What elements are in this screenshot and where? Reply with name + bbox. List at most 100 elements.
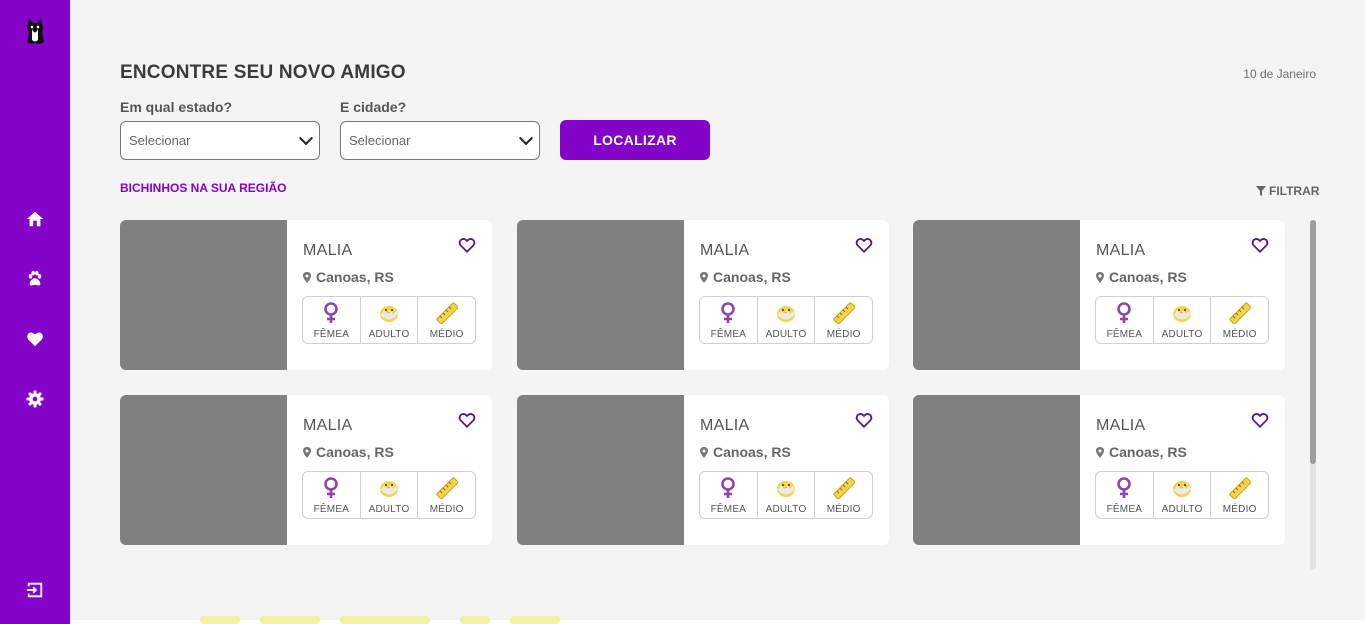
bottom-strip <box>70 616 1365 624</box>
chick-icon <box>775 477 797 499</box>
location-pin-icon <box>700 446 708 458</box>
pet-sex-label: FÊMEA <box>313 504 350 515</box>
home-icon[interactable] <box>24 208 46 230</box>
female-icon <box>320 477 342 499</box>
favorite-heart-icon[interactable] <box>458 236 476 254</box>
pet-name: MALIA <box>303 417 353 434</box>
search-button[interactable]: LOCALIZAR <box>560 120 710 160</box>
filter-button[interactable]: FILTRAR <box>1256 184 1319 198</box>
chick-icon <box>775 302 797 324</box>
pet-attributes: FÊMEA ADULTO MÉDIO <box>302 471 476 519</box>
pet-sex: FÊMEA <box>303 297 360 343</box>
pet-size-label: MÉDIO <box>1222 329 1257 340</box>
decorative-shape <box>260 616 320 624</box>
pet-location: Canoas, RS <box>1096 269 1187 285</box>
pet-age-label: ADULTO <box>1161 329 1203 340</box>
pet-card[interactable]: MALIA Canoas, RS FÊMEA ADULTO MÉDIO <box>517 395 889 545</box>
location-pin-icon <box>700 271 708 283</box>
pet-size: MÉDIO <box>814 297 872 343</box>
female-icon <box>1113 302 1135 324</box>
pet-name: MALIA <box>1096 417 1146 434</box>
pet-sex-label: FÊMEA <box>313 329 350 340</box>
pet-age-label: ADULTO <box>765 504 807 515</box>
pet-location: Canoas, RS <box>700 269 791 285</box>
pet-attributes: FÊMEA ADULTO MÉDIO <box>302 296 476 344</box>
favorite-heart-icon[interactable] <box>855 236 873 254</box>
ruler-icon <box>1228 477 1251 499</box>
pet-age: ADULTO <box>1152 297 1211 343</box>
scrollbar[interactable] <box>1310 220 1316 570</box>
female-icon <box>1113 477 1135 499</box>
current-date: 10 de Janeiro <box>1243 67 1316 81</box>
female-icon <box>717 302 739 324</box>
pet-sex-label: FÊMEA <box>1106 504 1143 515</box>
ruler-icon <box>832 302 855 324</box>
pet-card[interactable]: MALIA Canoas, RS FÊMEA ADULTO MÉDIO <box>517 220 889 370</box>
pet-size: MÉDIO <box>417 297 475 343</box>
favorite-heart-icon[interactable] <box>1251 236 1269 254</box>
pet-location-text: Canoas, RS <box>316 269 394 285</box>
logout-icon[interactable] <box>24 579 46 601</box>
city-label: E cidade? <box>340 99 407 115</box>
pet-location-text: Canoas, RS <box>1109 444 1187 460</box>
favorite-heart-icon[interactable] <box>855 411 873 429</box>
pet-attributes: FÊMEA ADULTO MÉDIO <box>1095 471 1269 519</box>
gear-icon[interactable] <box>24 388 46 410</box>
state-select-value: Selecionar <box>129 133 191 148</box>
pet-location: Canoas, RS <box>700 444 791 460</box>
female-icon <box>320 302 342 324</box>
pet-sex: FÊMEA <box>1096 297 1153 343</box>
pet-sex-label: FÊMEA <box>710 329 747 340</box>
ruler-icon <box>435 302 458 324</box>
heart-icon[interactable] <box>24 328 46 350</box>
chick-icon <box>1171 477 1193 499</box>
page-title: ENCONTRE SEU NOVO AMIGO <box>120 62 406 83</box>
pet-age: ADULTO <box>359 297 418 343</box>
decorative-shape <box>460 616 490 624</box>
pet-size: MÉDIO <box>1210 297 1268 343</box>
pet-attributes: FÊMEA ADULTO MÉDIO <box>699 296 873 344</box>
pet-card[interactable]: MALIA Canoas, RS FÊMEA ADULTO MÉDIO <box>913 395 1285 545</box>
pet-name: MALIA <box>700 242 750 259</box>
pet-age: ADULTO <box>1152 472 1211 518</box>
pet-location: Canoas, RS <box>303 269 394 285</box>
filter-label: FILTRAR <box>1269 184 1320 198</box>
pet-size-label: MÉDIO <box>429 329 464 340</box>
pet-size: MÉDIO <box>814 472 872 518</box>
pet-age: ADULTO <box>359 472 418 518</box>
pet-age-label: ADULTO <box>765 329 807 340</box>
sidebar <box>0 0 70 624</box>
pet-attributes: FÊMEA ADULTO MÉDIO <box>699 471 873 519</box>
pet-photo <box>913 395 1080 545</box>
decorative-shape <box>340 616 430 624</box>
favorite-heart-icon[interactable] <box>1251 411 1269 429</box>
pet-card[interactable]: MALIA Canoas, RS FÊMEA ADULTO MÉDIO <box>120 220 492 370</box>
decorative-shape <box>510 616 560 624</box>
pet-sex: FÊMEA <box>1096 472 1153 518</box>
pet-location-text: Canoas, RS <box>713 269 791 285</box>
pet-sex: FÊMEA <box>700 297 757 343</box>
pet-location-text: Canoas, RS <box>713 444 791 460</box>
pet-photo <box>120 220 287 370</box>
pet-location: Canoas, RS <box>1096 444 1187 460</box>
pet-sex: FÊMEA <box>700 472 757 518</box>
city-select[interactable]: Selecionar <box>340 121 540 160</box>
paw-icon[interactable] <box>24 268 46 290</box>
funnel-icon <box>1256 186 1266 196</box>
favorite-heart-icon[interactable] <box>458 411 476 429</box>
pet-card[interactable]: MALIA Canoas, RS FÊMEA ADULTO MÉDIO <box>120 395 492 545</box>
section-title: BICHINHOS NA SUA REGIÃO <box>120 181 287 195</box>
ruler-icon <box>435 477 458 499</box>
pet-age-label: ADULTO <box>1161 504 1203 515</box>
pet-photo <box>517 395 684 545</box>
state-select[interactable]: Selecionar <box>120 121 320 160</box>
pet-card[interactable]: MALIA Canoas, RS FÊMEA ADULTO MÉDIO <box>913 220 1285 370</box>
scrollbar-thumb[interactable] <box>1310 220 1316 464</box>
pet-name: MALIA <box>303 242 353 259</box>
chick-icon <box>1171 302 1193 324</box>
location-pin-icon <box>303 446 311 458</box>
pet-size: MÉDIO <box>417 472 475 518</box>
state-label: Em qual estado? <box>120 99 233 115</box>
pet-size-label: MÉDIO <box>826 329 861 340</box>
pet-age-label: ADULTO <box>368 329 410 340</box>
